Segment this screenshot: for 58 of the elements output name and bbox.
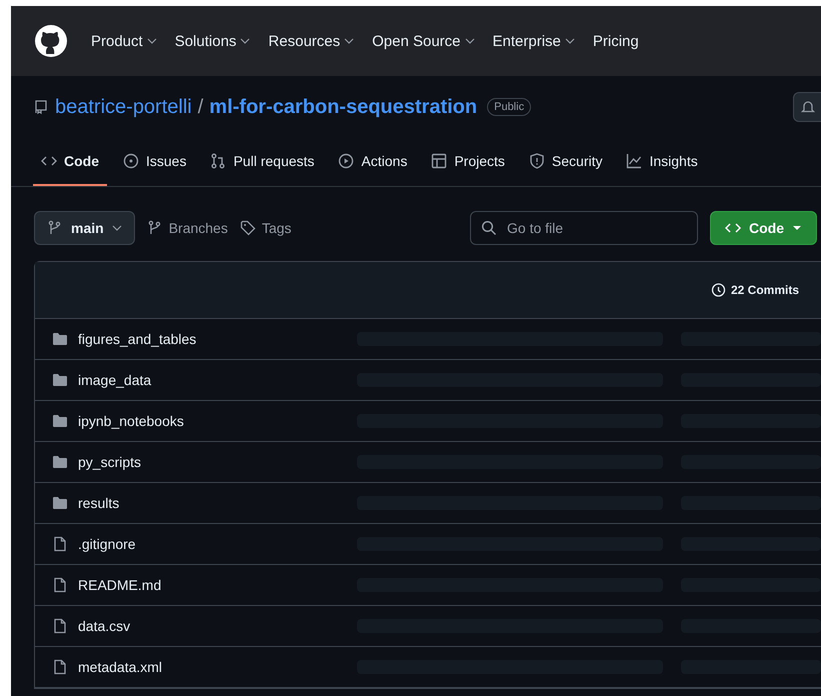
shield-icon	[528, 153, 545, 169]
file-icon	[52, 577, 68, 593]
file-name-link[interactable]: README.md	[78, 577, 357, 593]
repo-tab[interactable]: Projects	[423, 138, 513, 186]
logo-icon[interactable]	[35, 25, 67, 57]
repo-tab[interactable]: Actions	[330, 138, 416, 186]
history-icon	[710, 282, 726, 298]
repo-owner-link[interactable]: beatrice-portelli	[55, 96, 192, 118]
bell-icon	[800, 99, 816, 115]
chevron-down-icon	[112, 223, 122, 233]
file-icon	[52, 659, 68, 675]
branches-link[interactable]: Branches	[146, 220, 228, 236]
branch-icon	[47, 220, 63, 236]
nav-menu-item[interactable]: Enterprise	[492, 32, 575, 50]
folder-icon	[52, 495, 68, 511]
folder-icon	[52, 413, 68, 429]
table-icon	[431, 153, 448, 169]
folder-icon	[52, 331, 68, 347]
repo-tab[interactable]: Pull requests	[202, 138, 322, 186]
file-name-link[interactable]: figures_and_tables	[78, 331, 357, 347]
nav-menu-item[interactable]: Product	[91, 32, 157, 50]
visibility-label: Public	[487, 98, 532, 116]
caret-icon	[792, 223, 802, 233]
repo-tab[interactable]: Security	[520, 138, 610, 186]
file-name-link[interactable]: metadata.xml	[78, 659, 357, 675]
file-name-link[interactable]: image_data	[78, 372, 357, 388]
file-name-link[interactable]: data.csv	[78, 618, 357, 634]
file-name-link[interactable]: ipynb_notebooks	[78, 413, 357, 429]
pull-request-icon	[210, 153, 226, 169]
notifications-button[interactable]	[793, 92, 821, 122]
nav-menu-item[interactable]: Resources	[268, 32, 354, 50]
search-icon	[481, 220, 497, 236]
repo-tab[interactable]: Code	[33, 138, 107, 186]
folder-icon	[52, 372, 68, 388]
repo-tab[interactable]: Insights	[618, 138, 706, 186]
file-name-link[interactable]: py_scripts	[78, 454, 357, 470]
graph-icon	[626, 153, 642, 169]
nav-menu-item[interactable]: Open Source	[372, 32, 475, 50]
branch-select[interactable]: main	[34, 211, 135, 245]
nav-menu-item[interactable]: Pricing	[592, 32, 639, 50]
search-field[interactable]: Go to file	[470, 211, 698, 245]
play-icon	[338, 153, 354, 169]
path-separator: /	[198, 96, 204, 118]
folder-icon	[52, 454, 68, 470]
file-icon	[52, 618, 68, 634]
code-button[interactable]: Code	[710, 211, 817, 245]
branch-icon	[146, 220, 163, 236]
commits-link[interactable]: 22 Commits	[710, 282, 799, 298]
circle-dot-icon	[123, 153, 139, 169]
repo-tab[interactable]: Issues	[115, 138, 194, 186]
repo-name-link[interactable]: ml-for-carbon-sequestration	[209, 96, 478, 118]
tags-link[interactable]: Tags	[240, 220, 292, 236]
file-name-link[interactable]: results	[78, 495, 357, 511]
tag-icon	[240, 220, 256, 236]
repo-icon	[33, 99, 49, 115]
file-icon	[52, 536, 68, 552]
file-name-link[interactable]: .gitignore	[78, 536, 357, 552]
nav-menu-item[interactable]: Solutions	[174, 32, 250, 50]
